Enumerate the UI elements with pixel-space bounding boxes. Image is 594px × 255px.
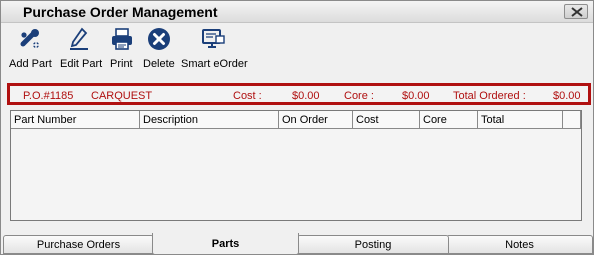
close-button[interactable]	[564, 4, 588, 19]
cost-value: $0.00	[292, 90, 320, 102]
column-header-cost[interactable]: Cost	[353, 111, 420, 129]
pencil-icon	[70, 27, 88, 50]
vendor-name: CARQUEST	[91, 90, 153, 102]
grid-header: Part Number Description On Order Cost Co…	[11, 111, 581, 129]
tab-strip: Purchase Orders Notes Posting Parts	[1, 233, 593, 255]
column-header-total[interactable]: Total	[478, 111, 563, 129]
edit-part-label: Edit Part	[60, 58, 103, 70]
column-header-on-order[interactable]: On Order	[279, 111, 353, 129]
print-button[interactable]: Print	[107, 24, 137, 74]
tab-purchase-orders[interactable]: Purchase Orders	[3, 235, 154, 254]
smart-eorder-label: Smart eOrder	[181, 58, 248, 70]
total-ordered-value: $0.00	[553, 90, 581, 102]
delete-button[interactable]: Delete	[141, 24, 177, 74]
delete-label: Delete	[143, 58, 175, 70]
core-label: Core :	[344, 90, 374, 102]
tab-notes[interactable]: Notes	[446, 235, 593, 254]
core-value: $0.00	[402, 90, 430, 102]
add-part-button[interactable]: Add Part	[5, 24, 53, 74]
smart-eorder-button[interactable]: Smart eOrder	[180, 24, 248, 74]
toolbar: Add Part Edit Part Print Delete Smart eO…	[1, 24, 593, 74]
column-header-description[interactable]: Description	[140, 111, 279, 129]
column-header-extra[interactable]	[563, 111, 581, 129]
column-header-part-number[interactable]: Part Number	[11, 111, 140, 129]
title-bar[interactable]: Purchase Order Management	[1, 1, 593, 23]
total-ordered-label: Total Ordered :	[453, 90, 526, 102]
tab-posting[interactable]: Posting	[297, 235, 449, 254]
window-title: Purchase Order Management	[23, 4, 218, 20]
printer-icon	[112, 28, 132, 50]
po-summary-bar: P.O.#1185 CARQUEST Cost : $0.00 Core : $…	[7, 83, 591, 105]
parts-grid[interactable]: Part Number Description On Order Cost Co…	[10, 110, 582, 221]
tab-parts[interactable]: Parts	[152, 233, 299, 255]
edit-part-button[interactable]: Edit Part	[57, 24, 105, 74]
add-part-icon	[20, 29, 39, 48]
delete-icon	[148, 28, 170, 50]
purchase-order-window: Purchase Order Management Add Part Edit …	[0, 0, 594, 255]
cost-label: Cost :	[233, 90, 262, 102]
monitor-icon	[202, 29, 225, 48]
close-icon	[571, 7, 583, 17]
add-part-label: Add Part	[9, 58, 52, 70]
column-header-core[interactable]: Core	[420, 111, 478, 129]
po-number: P.O.#1185	[23, 90, 74, 102]
print-label: Print	[110, 58, 133, 70]
